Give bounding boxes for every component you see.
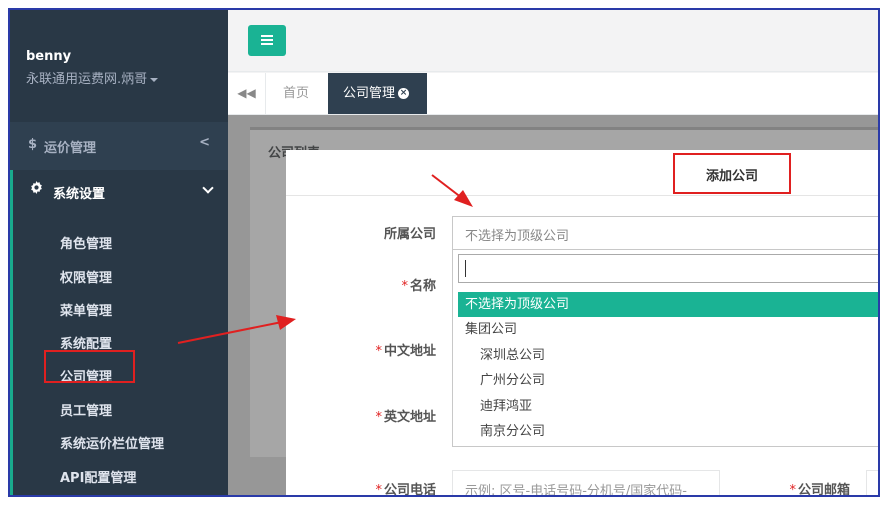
label-text: 中文地址 — [383, 344, 436, 359]
sidebar-item-company-management[interactable]: 公司管理 — [60, 366, 112, 385]
org-name: 永联通用运费网.炳哥 — [26, 72, 148, 87]
cn-address-label: * 中文地址 — [346, 340, 436, 359]
top-navbar — [228, 10, 878, 72]
gear-icon — [31, 181, 42, 194]
option-top-level[interactable]: 不选择为顶级公司 — [458, 292, 878, 317]
text-cursor — [465, 260, 466, 277]
dollar-icon: $ — [28, 137, 38, 152]
tab-home[interactable]: 首页 — [266, 73, 326, 114]
hamburger-icon — [261, 35, 273, 37]
user-profile: benny 永联通用运费网.炳哥 — [10, 10, 228, 122]
screenshot-frame: benny 永联通用运费网.炳哥 $ 运价管理 < 系统设置 角色管理 权限管理… — [8, 8, 880, 497]
required-mark: * — [375, 483, 382, 497]
sidebar-item-permissions[interactable]: 权限管理 — [60, 267, 112, 286]
tab-label: 公司管理 — [343, 86, 396, 101]
phone-placeholder: 示例: 区号-电话号码-分机号/国家代码- — [465, 484, 687, 497]
caret-down-icon — [150, 77, 159, 82]
select-value: 不选择为顶级公司 — [465, 229, 570, 244]
sidebar-item-api-config[interactable]: API配置管理 — [60, 467, 136, 486]
sidebar: benny 永联通用运费网.炳哥 $ 运价管理 < 系统设置 角色管理 权限管理… — [10, 10, 228, 495]
label-text: 公司邮箱 — [797, 483, 850, 497]
phone-input[interactable]: 示例: 区号-电话号码-分机号/国家代码- — [452, 470, 720, 497]
en-address-label: * 英文地址 — [346, 406, 436, 425]
hamburger-icon — [261, 39, 273, 41]
required-mark: * — [375, 344, 382, 359]
dropdown-search-input[interactable] — [458, 254, 878, 283]
parent-company-select[interactable]: 不选择为顶级公司 — [452, 216, 878, 250]
tab-scroll-left-button[interactable]: ◀◀ — [228, 73, 266, 114]
sidebar-item-employees[interactable]: 员工管理 — [60, 400, 112, 419]
sidebar-item-label: 运价管理 — [44, 141, 97, 156]
required-mark: * — [401, 279, 408, 294]
sidebar-item-system-settings[interactable]: 系统设置 — [13, 170, 228, 210]
chevron-down-icon — [202, 182, 214, 194]
sidebar-section-settings: 系统设置 角色管理 权限管理 菜单管理 系统配置 公司管理 员工管理 系统运价栏… — [10, 170, 228, 495]
label-text: 公司电话 — [383, 483, 436, 497]
sidebar-item-system-config[interactable]: 系统配置 — [60, 333, 112, 352]
add-company-modal: 添加公司 所属公司 * 名称 * 中文地址 * 英文地址 * 公司电话 * 公司邮箱 不选… — [286, 150, 878, 497]
option-guangzhou[interactable]: 广州分公司 — [458, 368, 878, 393]
option-shenzhen[interactable]: 深圳总公司 — [458, 343, 878, 368]
parent-company-dropdown: 不选择为顶级公司 集团公司 深圳总公司 广州分公司 迪拜鸿亚 南京分公司 — [452, 250, 878, 447]
sidebar-item-freight-columns[interactable]: 系统运价栏位管理 — [60, 433, 164, 452]
modal-header: 添加公司 — [286, 150, 878, 196]
required-mark: * — [789, 483, 796, 497]
required-mark: * — [375, 410, 382, 425]
tab-bar: ◀◀ 首页 公司管理 × — [228, 73, 878, 115]
sidebar-item-label: 系统设置 — [53, 187, 106, 202]
close-icon[interactable]: × — [398, 88, 410, 99]
name-label: * 名称 — [346, 275, 436, 294]
sidebar-item-price-management[interactable]: $ 运价管理 < — [10, 125, 228, 165]
user-name: benny — [26, 49, 72, 64]
sidebar-item-roles[interactable]: 角色管理 — [60, 233, 112, 252]
option-dubai[interactable]: 迪拜鸿亚 — [458, 394, 878, 419]
modal-title: 添加公司 — [706, 169, 759, 184]
email-input[interactable] — [866, 470, 878, 495]
hamburger-icon — [261, 43, 273, 45]
menu-toggle-button[interactable] — [248, 25, 286, 56]
user-org-dropdown[interactable]: 永联通用运费网.炳哥 — [26, 68, 159, 87]
chevron-left-icon: < — [199, 135, 210, 150]
parent-company-label: 所属公司 — [346, 223, 436, 242]
label-text: 所属公司 — [383, 227, 436, 242]
tab-company-management[interactable]: 公司管理 × — [328, 73, 427, 114]
label-text: 英文地址 — [383, 410, 436, 425]
email-label: * 公司邮箱 — [760, 479, 850, 497]
option-nanjing[interactable]: 南京分公司 — [458, 419, 878, 444]
sidebar-item-menus[interactable]: 菜单管理 — [60, 300, 112, 319]
label-text: 名称 — [409, 279, 436, 294]
phone-label: * 公司电话 — [346, 479, 436, 497]
option-group-company[interactable]: 集团公司 — [458, 317, 878, 342]
